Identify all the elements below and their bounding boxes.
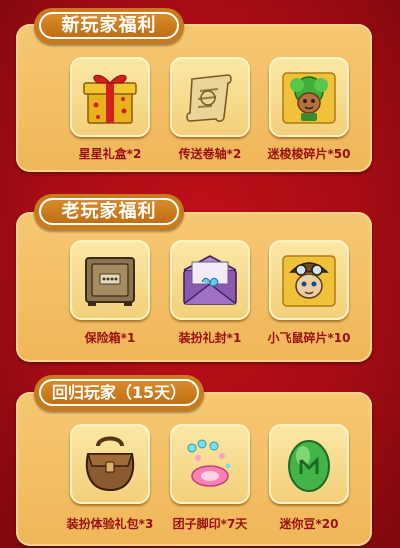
footprint-icon	[187, 439, 231, 487]
gift-envelope-icon	[183, 255, 237, 305]
reward-item-pilot-fragment[interactable]	[269, 240, 349, 320]
returning-player-title-tag: 回归玩家（15天）	[34, 375, 204, 411]
gift-box-icon	[83, 74, 137, 124]
new-player-title-tag: 新玩家福利	[34, 8, 184, 44]
pilot-character-fragment-icon	[282, 255, 336, 307]
old-player-title-tag: 老玩家福利	[34, 194, 184, 230]
section-title: 老玩家福利	[39, 198, 179, 225]
reward-item-safe-box[interactable]	[70, 240, 150, 320]
reward-item-footprint[interactable]	[170, 424, 250, 504]
reward-item-character-fragment[interactable]	[269, 57, 349, 137]
reward-item-mini-bean[interactable]	[269, 424, 349, 504]
mini-bean-icon	[288, 440, 330, 492]
character-fragment-icon	[282, 72, 336, 124]
safe-box-icon	[85, 257, 135, 306]
reward-item-scroll[interactable]	[170, 57, 250, 137]
costume-bag-icon	[85, 436, 135, 492]
section-title: 新玩家福利	[39, 12, 179, 39]
reward-item-label: 迷你豆*20	[279, 517, 339, 531]
reward-item-costume-bag[interactable]	[70, 424, 150, 504]
reward-item-gift-envelope[interactable]	[170, 240, 250, 320]
scroll-icon	[186, 74, 232, 122]
section-title: 回归玩家（15天）	[39, 379, 199, 406]
reward-item-gift-box[interactable]	[70, 57, 150, 137]
reward-item-label: 小飞鼠碎片*10	[267, 331, 351, 345]
reward-item-label: 迷梭梭碎片*50	[267, 147, 351, 161]
